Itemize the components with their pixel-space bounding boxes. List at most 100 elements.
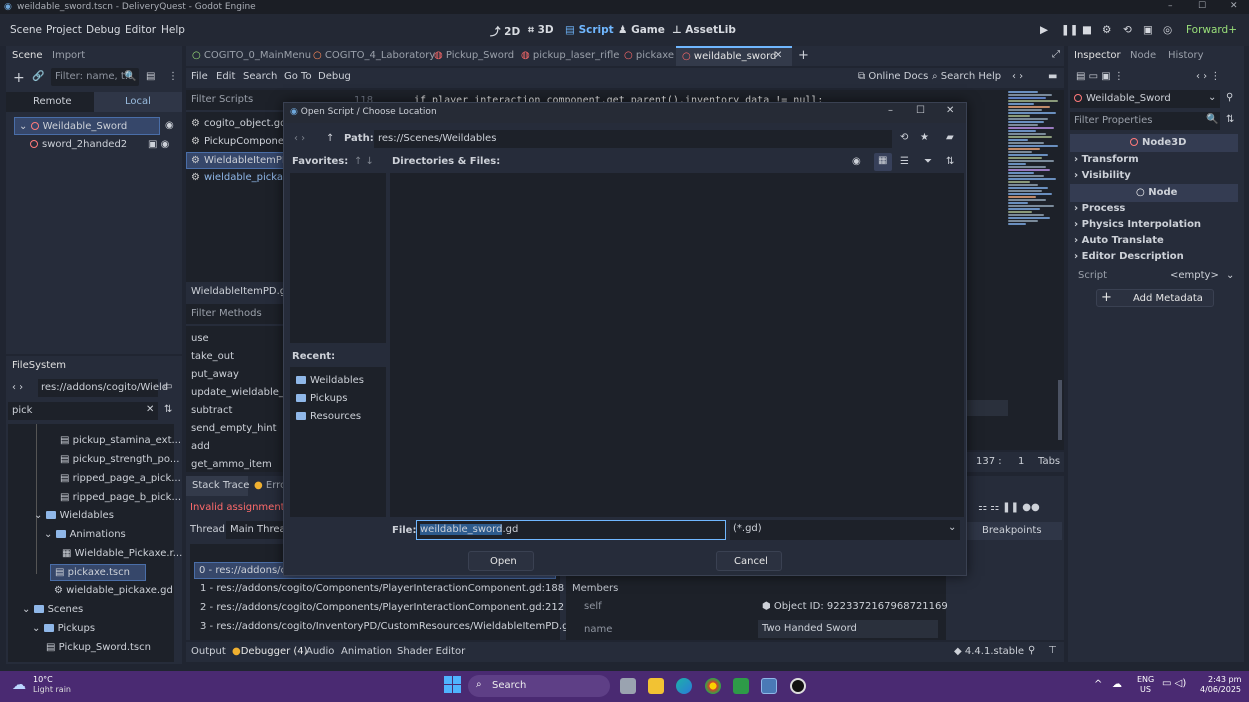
list-item[interactable]: Resources <box>296 411 361 422</box>
tab-inspector[interactable]: Inspector <box>1074 50 1121 61</box>
weather-temp[interactable]: 10°C <box>33 675 53 684</box>
menu-scene[interactable]: Scene <box>10 24 42 36</box>
grid-view-icon[interactable]: ▦ <box>874 153 892 171</box>
add-tab-icon[interactable]: + <box>798 48 809 63</box>
online-docs-button[interactable]: ⧉ Online Docs <box>858 71 928 82</box>
menu-editor[interactable]: Editor <box>125 24 156 36</box>
script-list-toggle-icon[interactable]: ▬ <box>1048 71 1057 82</box>
list-item[interactable]: take_out <box>191 351 234 362</box>
name-value-field[interactable]: Two Handed Sword <box>758 620 938 638</box>
list-item[interactable]: ⌄ Animations <box>44 529 126 540</box>
pin-icon[interactable]: ⚲ <box>1028 645 1035 656</box>
tab-import[interactable]: Import <box>52 50 85 61</box>
thread-select[interactable]: Main Thread <box>226 521 292 539</box>
section-physics-interpolation[interactable]: › Physics Interpolation <box>1074 219 1201 230</box>
sort-icon[interactable]: ⇅ <box>946 156 954 167</box>
tab-debugger[interactable]: ●Debugger (4) <box>232 646 308 657</box>
sort-icon[interactable]: ⇅ <box>164 404 172 415</box>
list-item[interactable]: ⚙ wieldable_pickaxe <box>191 172 295 183</box>
editor-tab[interactable]: ○ COGITO_4_Laboratory <box>313 50 435 61</box>
tab-animation[interactable]: Animation <box>341 646 392 657</box>
renderer-select[interactable]: Forward+ <box>1186 24 1237 36</box>
file-name-input[interactable]: weildable_sword.gd <box>416 520 726 540</box>
workspace-game[interactable]: ♟ Game <box>618 24 665 36</box>
section-editor-description[interactable]: › Editor Description <box>1074 251 1184 262</box>
minimize-button[interactable]: – <box>1168 1 1173 11</box>
chevron-down-icon[interactable]: ⌄ <box>1226 270 1234 281</box>
list-item[interactable]: ▤ pickup_strength_po... <box>60 454 179 465</box>
object-settings-icon[interactable]: ⚲ <box>1226 92 1233 103</box>
movie-icon[interactable]: ◎ <box>1163 24 1172 36</box>
play-custom-icon[interactable]: ▣ <box>1143 24 1153 36</box>
inspector-toolbar-icons[interactable]: ▤ ▭ ▣ ⋮ <box>1076 71 1124 82</box>
refresh-icon[interactable]: ⟲ <box>900 132 908 143</box>
section-auto-translate[interactable]: › Auto Translate <box>1074 235 1164 246</box>
chevron-up-icon[interactable]: ^ <box>1094 679 1102 690</box>
pause-icon[interactable]: ❚❚ <box>1061 24 1079 36</box>
code-scrollbar[interactable] <box>1058 380 1062 440</box>
section-transform[interactable]: › Transform <box>1074 154 1139 165</box>
list-item[interactable]: ⚙ cogito_object.gd <box>191 118 286 129</box>
tab-history[interactable]: History <box>1168 50 1204 61</box>
history-arrows-icon[interactable]: ‹ › ⋮ <box>1196 71 1220 82</box>
list-item[interactable]: ⌄ Wieldables <box>34 510 114 521</box>
list-item[interactable]: ▤ pickup_stamina_ext... <box>60 435 181 446</box>
workspace-assetlib[interactable]: ⊥ AssetLib <box>672 24 736 36</box>
editor-tab-active[interactable]: ○ weildable_sword ✕ <box>676 46 792 66</box>
stop-icon[interactable]: ■ <box>1082 24 1092 36</box>
editor-tab[interactable]: ◍ Pickup_Sword <box>434 50 514 61</box>
parent-folder-icon[interactable]: ↑ <box>326 133 334 144</box>
filter-methods-input[interactable]: Filter Methods <box>186 304 286 324</box>
edge-icon[interactable] <box>676 678 692 694</box>
object-selector[interactable]: Weildable_Sword ⌄ <box>1070 90 1220 108</box>
tree-node-root[interactable]: ⌄ Weildable_Sword <box>14 117 160 135</box>
remote-debug-icon[interactable]: ⚙ <box>1102 24 1111 36</box>
menu-help[interactable]: Help <box>161 24 185 36</box>
section-visibility[interactable]: › Visibility <box>1074 170 1131 181</box>
filesystem-path-input[interactable]: res://addons/cogito/Wield <box>38 379 168 397</box>
clear-icon[interactable]: ✕ <box>146 404 154 415</box>
list-item[interactable]: put_away <box>191 369 239 380</box>
section-process[interactable]: › Process <box>1074 203 1125 214</box>
maximize-button[interactable]: ☐ <box>1198 1 1206 11</box>
workspace-script[interactable]: ▤ Script <box>565 24 614 36</box>
back-forward-icon[interactable]: ‹ › <box>294 133 305 144</box>
godot-taskbar-icon[interactable] <box>761 678 777 694</box>
tab-stack-trace[interactable]: Stack Trace <box>186 476 249 496</box>
list-item[interactable]: ⌄ Pickups <box>32 623 95 634</box>
script-menu-debug[interactable]: Debug <box>318 71 351 82</box>
play-scene-icon[interactable]: ⟲ <box>1123 24 1132 36</box>
file-browser[interactable] <box>390 173 964 517</box>
filter-icon[interactable]: ⏷ <box>924 156 932 167</box>
visibility-icon[interactable]: ▣ ◉ <box>148 139 169 150</box>
menu-project[interactable]: Project <box>46 24 82 36</box>
distraction-free-icon[interactable]: ⤢ <box>1052 49 1060 60</box>
add-metadata-button[interactable]: + Add Metadata <box>1096 289 1214 307</box>
dialog-close-button[interactable]: ✕ <box>946 105 954 116</box>
expand-panel-icon[interactable]: ⊤ <box>1048 645 1057 656</box>
history-nav-icon[interactable]: ‹ › <box>1012 71 1023 82</box>
tab-audio[interactable]: Audio <box>306 646 334 657</box>
menu-debug[interactable]: Debug <box>86 24 121 36</box>
open-button[interactable]: Open <box>468 551 534 571</box>
tab-node[interactable]: Node <box>1130 50 1156 61</box>
file-filter-select[interactable]: (*.gd) ⌄ <box>730 520 960 540</box>
clock-date[interactable]: 4/06/2025 <box>1200 685 1241 694</box>
filter-properties-input[interactable]: Filter Properties 🔍 <box>1070 112 1220 130</box>
list-item[interactable]: ▤ Pickup_Sword.tscn <box>46 642 151 653</box>
search-help-button[interactable]: ⌕ Search Help <box>932 71 1001 82</box>
list-item[interactable]: get_ammo_item <box>191 459 272 470</box>
link-icon[interactable]: 🔗 <box>32 71 44 82</box>
list-item-selected[interactable]: ⚙ WieldableItemPD. <box>186 152 293 169</box>
tab-shader-editor[interactable]: Shader Editor <box>397 646 465 657</box>
app-icon[interactable] <box>733 678 749 694</box>
github-icon[interactable] <box>790 678 806 694</box>
list-item[interactable]: Pickups <box>296 393 347 404</box>
back-arrow-icon[interactable]: ‹ › <box>12 382 23 393</box>
editor-tab[interactable]: ○ COGITO_0_MainMenu <box>192 50 311 61</box>
chrome-icon[interactable] <box>705 678 721 694</box>
workspace-3d[interactable]: ⌗ 3D <box>528 24 554 37</box>
path-input[interactable]: res://Scenes/Weildables <box>374 130 892 148</box>
script-value[interactable]: <empty> <box>1170 270 1219 281</box>
file-explorer-icon[interactable] <box>648 678 664 694</box>
